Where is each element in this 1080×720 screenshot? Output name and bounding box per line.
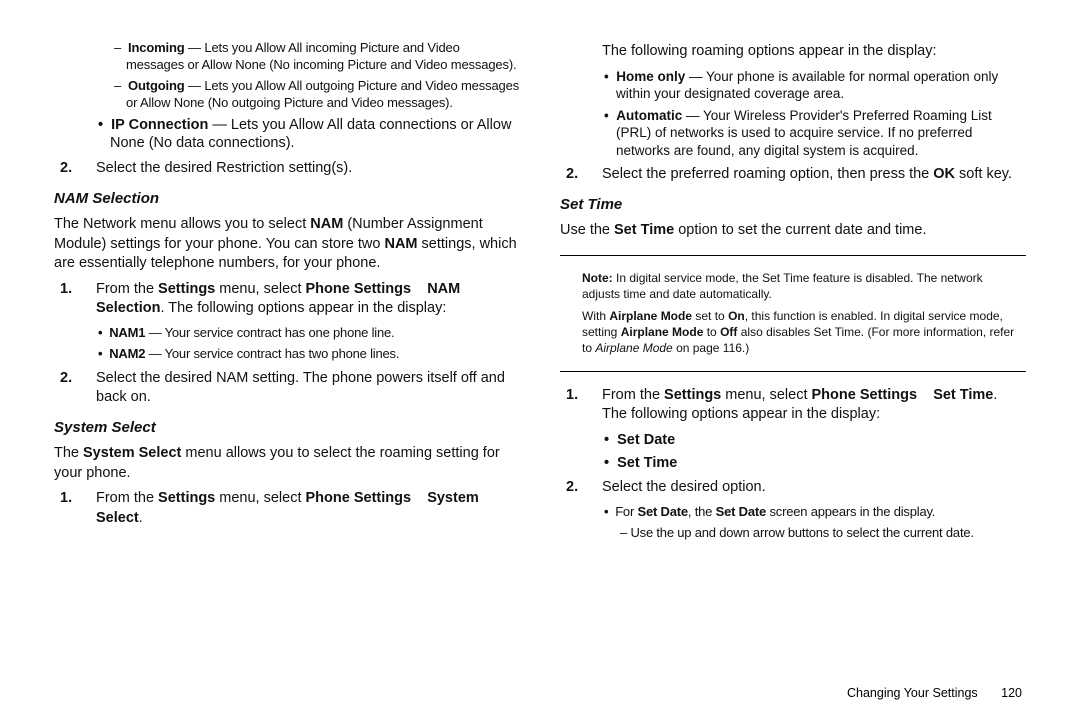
settime-step-2: 2.Select the desired option. xyxy=(584,478,1026,498)
t: Use the xyxy=(560,222,614,238)
home-only-item: Home only — Your phone is available for … xyxy=(604,68,1026,103)
t: Set Date xyxy=(638,504,688,519)
step-number: 2. xyxy=(584,165,602,185)
home-label: Home only xyxy=(616,69,685,84)
t: . The following options appear in the di… xyxy=(160,300,446,316)
incoming-text: — Lets you Allow All incoming Picture an… xyxy=(126,40,516,72)
sys-intro: The System Select menu allows you to sel… xyxy=(54,444,520,483)
step-number: 2. xyxy=(584,478,602,498)
t: Airplane Mode xyxy=(621,325,704,339)
t: Airplane Mode xyxy=(609,309,692,323)
t: to xyxy=(703,325,720,339)
t: Phone Settings xyxy=(306,490,412,506)
nam2-text: — Your service contract has two phone li… xyxy=(145,346,399,361)
ipconn-item: IP Connection — Lets you Allow All data … xyxy=(98,116,520,154)
t: Select the desired option. xyxy=(602,479,766,495)
t: With xyxy=(582,309,609,323)
note-box: Note: In digital service mode, the Set T… xyxy=(560,255,1026,372)
incoming-label: Incoming xyxy=(128,40,185,55)
step-number: 1. xyxy=(584,386,602,406)
t: The xyxy=(54,445,83,461)
t: Phone Settings xyxy=(812,387,918,403)
outgoing-label: Outgoing xyxy=(128,78,185,93)
t: NAM xyxy=(384,236,417,252)
t: Set Time xyxy=(933,387,993,403)
note-p2: With Airplane Mode set to On, this funct… xyxy=(582,308,1022,357)
t: Set Date xyxy=(716,504,766,519)
nam2-label: NAM2 xyxy=(109,346,145,361)
t: option to set the current date and time. xyxy=(674,222,926,238)
t: soft key. xyxy=(955,166,1012,182)
t: Settings xyxy=(664,387,721,403)
right-column: The following roaming options appear in … xyxy=(560,36,1026,692)
t: Off xyxy=(720,325,737,339)
t: menu, select xyxy=(215,490,305,506)
t: Settings xyxy=(158,490,215,506)
settime-item: Set Time xyxy=(604,454,1026,473)
nam1-item: NAM1 — Your service contract has one pho… xyxy=(98,325,520,342)
roam-intro: The following roaming options appear in … xyxy=(602,42,1026,62)
nam-step-1: 1.From the Settings menu, select Phone S… xyxy=(78,280,520,319)
step-number: 2. xyxy=(78,159,96,179)
footer-page-number: 120 xyxy=(1001,686,1022,700)
nam1-label: NAM1 xyxy=(109,325,145,340)
t: The Network menu allows you to select xyxy=(54,216,310,232)
set-time-header: Set Time xyxy=(560,195,1026,215)
system-select-header: System Select xyxy=(54,418,520,438)
sys-step-1: 1.From the Settings menu, select Phone S… xyxy=(78,489,520,528)
settime-step-1: 1.From the Settings menu, select Phone S… xyxy=(584,386,1026,425)
t: Set Time xyxy=(614,222,674,238)
nam2-item: NAM2 — Your service contract has two pho… xyxy=(98,346,520,363)
restrict-step2-text: Select the desired Restriction setting(s… xyxy=(96,160,352,176)
note-label: Note: xyxy=(582,271,613,285)
t: Select the desired NAM setting. The phon… xyxy=(96,370,505,406)
t: System Select xyxy=(83,445,181,461)
left-column: Incoming — Lets you Allow All incoming P… xyxy=(54,36,520,692)
nam1-text: — Your service contract has one phone li… xyxy=(145,325,394,340)
nam-selection-header: NAM Selection xyxy=(54,189,520,209)
t: menu, select xyxy=(215,281,305,297)
step-number: 2. xyxy=(78,369,96,389)
settime-intro: Use the Set Time option to set the curre… xyxy=(560,221,1026,241)
automatic-item: Automatic — Your Wireless Provider's Pre… xyxy=(604,107,1026,160)
t: Airplane Mode xyxy=(595,341,672,355)
note-p1: Note: In digital service mode, the Set T… xyxy=(582,270,1022,302)
page-footer: Changing Your Settings 120 xyxy=(847,686,1022,700)
t: From the xyxy=(602,387,664,403)
footer-section: Changing Your Settings xyxy=(847,686,978,700)
setdate-bullet: For Set Date, the Set Date screen appear… xyxy=(604,504,1026,521)
ipconn-label: IP Connection xyxy=(111,117,208,133)
t: From the xyxy=(96,490,158,506)
roam-step-2: 2.Select the preferred roaming option, t… xyxy=(584,165,1026,185)
t: From the xyxy=(96,281,158,297)
setdate-label: Set Date xyxy=(617,432,675,448)
step-number: 1. xyxy=(78,489,96,509)
t: For xyxy=(615,504,637,519)
step-number: 1. xyxy=(78,280,96,300)
setdate-item: Set Date xyxy=(604,431,1026,450)
manual-page: Incoming — Lets you Allow All incoming P… xyxy=(0,0,1080,720)
outgoing-text: — Lets you Allow All outgoing Picture an… xyxy=(126,78,519,110)
t: on page 116.) xyxy=(673,341,750,355)
t: OK xyxy=(933,166,955,182)
t: Settings xyxy=(158,281,215,297)
t: menu, select xyxy=(721,387,811,403)
restrict-step-2: 2.Select the desired Restriction setting… xyxy=(78,159,520,179)
t: . xyxy=(139,510,143,526)
incoming-item: Incoming — Lets you Allow All incoming P… xyxy=(114,40,520,74)
t: set to xyxy=(692,309,728,323)
t: , the xyxy=(688,504,716,519)
t: Phone Settings xyxy=(306,281,412,297)
t: In digital service mode, the Set Time fe… xyxy=(582,271,983,301)
settime-label: Set Time xyxy=(617,455,677,471)
setdate-dash: Use the up and down arrow buttons to sel… xyxy=(620,525,1026,542)
outgoing-item: Outgoing — Lets you Allow All outgoing P… xyxy=(114,78,520,112)
auto-label: Automatic xyxy=(616,108,682,123)
t: On xyxy=(728,309,745,323)
t: Select the preferred roaming option, the… xyxy=(602,166,933,182)
nam-step-2: 2.Select the desired NAM setting. The ph… xyxy=(78,369,520,408)
nam-intro: The Network menu allows you to select NA… xyxy=(54,215,520,274)
t: NAM xyxy=(310,216,343,232)
t: screen appears in the display. xyxy=(766,504,935,519)
